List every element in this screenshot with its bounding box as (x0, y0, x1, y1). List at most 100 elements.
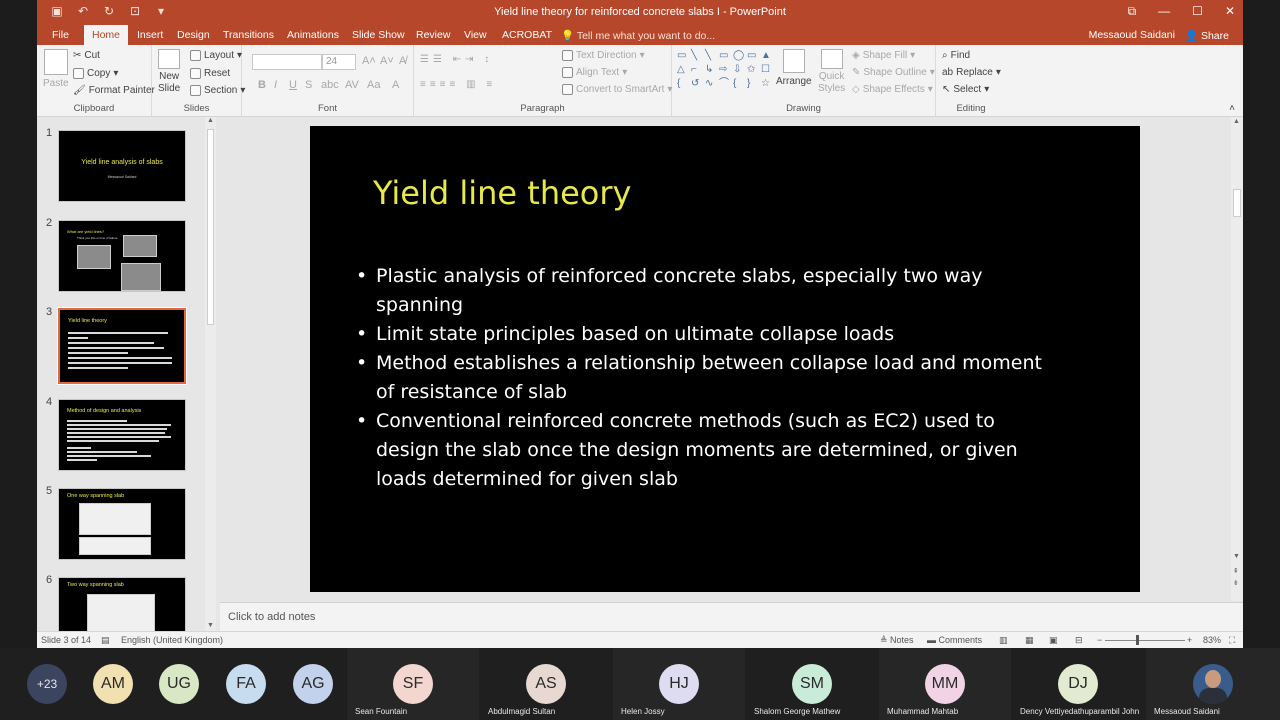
find-button[interactable]: ⌕ Find (942, 50, 970, 61)
spell-check-icon[interactable]: ▤ (101, 635, 110, 646)
participant-tile[interactable]: AG (280, 648, 346, 720)
slide-thumbnail-5[interactable]: One way spanning slab (58, 488, 186, 560)
slide-scrollbar[interactable]: ▲ ▼ ⇞ ⇟ (1231, 117, 1243, 601)
comments-toggle[interactable]: ▬ Comments (927, 635, 982, 645)
more-participants-button[interactable]: +23 (27, 664, 67, 704)
italic-button[interactable]: I (274, 79, 277, 91)
bold-button[interactable]: B (258, 79, 266, 91)
previous-slide-icon[interactable]: ⇞ (1233, 567, 1239, 575)
slide-thumbnail-1[interactable]: Yield line analysis of slabs Messaoud Sa… (58, 130, 186, 202)
slide-show-icon[interactable]: ⊟ (1075, 635, 1083, 646)
normal-view-icon[interactable]: ▥ (999, 635, 1008, 646)
underline-button[interactable]: U (289, 79, 297, 91)
align-text-button[interactable]: Align Text ▾ (562, 67, 627, 78)
notes-toggle[interactable]: ≜ Notes (880, 635, 914, 646)
scroll-up-icon[interactable]: ▲ (207, 117, 214, 124)
scroll-down-icon[interactable]: ▼ (1233, 553, 1240, 560)
ribbon-display-icon[interactable]: ⧉ (1128, 4, 1137, 19)
close-icon[interactable]: ✕ (1225, 4, 1235, 19)
section-button[interactable]: Section ▾ (190, 85, 245, 96)
scroll-up-icon[interactable]: ▲ (1233, 118, 1240, 125)
slide-bullet-list[interactable]: Plastic analysis of reinforced concrete … (356, 262, 1056, 494)
format-painter-button[interactable]: 🖌 Format Painter (73, 85, 155, 96)
paste-button[interactable]: Paste (43, 49, 69, 89)
slide-title[interactable]: Yield line theory (373, 174, 631, 212)
shapes-gallery[interactable]: ▭ ╲ ╲ ▭ ◯ ▭ ▲ △ ⌐ ↳ ⇨ ⇩ ✩ ☐ {↺ ∿ ⌒{} ☆ (677, 50, 771, 90)
clear-format-button[interactable]: A̸ (399, 55, 406, 67)
slide-thumbnail-2[interactable]: What are yield lines? Think you this on … (58, 220, 186, 292)
chevron-down-icon: ▾ (639, 50, 645, 61)
shape-fill-button[interactable]: ◈ Shape Fill ▾ (852, 50, 915, 61)
notes-pane[interactable]: Click to add notes (220, 602, 1243, 631)
scrollbar-thumb[interactable] (1233, 189, 1241, 217)
participant-tile[interactable]: AM (80, 648, 146, 720)
select-button[interactable]: ↖ Select ▾ (942, 84, 989, 95)
participant-tile[interactable]: SM Shalom George Mathew (746, 648, 878, 720)
strikethrough-button[interactable]: abc (321, 79, 339, 91)
slide-thumbnail-3[interactable]: Yield line theory (57, 307, 187, 385)
participant-tile[interactable]: Messaoud Saidani (1146, 648, 1280, 720)
align-buttons[interactable]: ≡≡≡≡ ▥ ≡ (420, 79, 496, 90)
minimize-icon[interactable]: — (1158, 4, 1170, 19)
tab-transitions[interactable]: Transitions (223, 29, 274, 41)
copy-button[interactable]: Copy ▾ (73, 68, 118, 79)
spacing-button[interactable]: AV (345, 79, 359, 91)
next-slide-icon[interactable]: ⇟ (1233, 579, 1239, 587)
share-button[interactable]: 👤 Share (1185, 29, 1229, 42)
current-slide[interactable]: Yield line theory Plastic analysis of re… (310, 126, 1140, 592)
participant-tile[interactable]: UG (146, 648, 212, 720)
reset-button[interactable]: Reset (190, 68, 230, 79)
zoom-level[interactable]: 83% (1203, 635, 1221, 645)
participant-tile[interactable]: SF Sean Fountain (347, 648, 479, 720)
cut-button[interactable]: ✂ Cut (73, 50, 100, 61)
case-button[interactable]: Aa (367, 79, 380, 91)
quick-styles-button[interactable]: Quick Styles (818, 49, 845, 95)
tab-file[interactable]: File (52, 29, 69, 41)
slide-thumbnail-4[interactable]: Method of design and analysis (58, 399, 186, 471)
text-direction-button[interactable]: Text Direction ▾ (562, 50, 645, 61)
tab-design[interactable]: Design (177, 29, 210, 41)
convert-smartart-button[interactable]: Convert to SmartArt ▾ (562, 84, 672, 95)
font-name-box[interactable] (252, 54, 322, 70)
maximize-icon[interactable]: ☐ (1192, 4, 1203, 19)
zoom-slider[interactable] (1105, 640, 1185, 641)
avatar: AM (93, 664, 133, 704)
replace-button[interactable]: ab Replace ▾ (942, 67, 1001, 78)
font-size-box[interactable]: 24 (322, 54, 356, 70)
zoom-slider-knob[interactable] (1136, 635, 1139, 645)
fit-to-window-icon[interactable]: ⛶ (1229, 635, 1235, 646)
reading-view-icon[interactable]: ▣ (1049, 635, 1058, 646)
tab-slide-show[interactable]: Slide Show (352, 29, 405, 41)
tell-me-box[interactable]: 💡 Tell me what you want to do... (561, 29, 715, 42)
tab-review[interactable]: Review (416, 29, 450, 41)
participant-tile[interactable]: AS Abdulmagid Sultan (480, 648, 612, 720)
shape-effects-button[interactable]: ◇ Shape Effects ▾ (852, 84, 933, 95)
list-buttons[interactable]: ☰☰ ⇤⇥ ↕ (420, 54, 493, 65)
scrollbar-thumb[interactable] (207, 129, 214, 325)
user-name[interactable]: Messaoud Saidani (1089, 29, 1175, 42)
participant-tile[interactable]: DJ Dency Vettiyedathuparambil John (1012, 648, 1145, 720)
tab-animations[interactable]: Animations (287, 29, 339, 41)
tab-acrobat[interactable]: ACROBAT (502, 29, 552, 41)
tab-insert[interactable]: Insert (137, 29, 163, 41)
grow-font-button[interactable]: A˄ (362, 55, 376, 67)
font-color-button[interactable]: A (392, 79, 399, 91)
shadow-button[interactable]: S (305, 79, 312, 91)
slide-sorter-icon[interactable]: ▦ (1025, 635, 1034, 646)
shape-outline-button[interactable]: ✎ Shape Outline ▾ (852, 67, 935, 78)
collapse-ribbon-icon[interactable]: ˄ (1229, 103, 1235, 114)
shrink-font-button[interactable]: A˅ (380, 55, 394, 67)
participant-tile[interactable]: MM Muhammad Mahtab (879, 648, 1011, 720)
arrange-button[interactable]: Arrange (776, 49, 812, 87)
layout-button[interactable]: Layout ▾ (190, 50, 242, 61)
zoom-out-icon[interactable]: − (1097, 635, 1102, 645)
participant-tile[interactable]: FA (213, 648, 279, 720)
zoom-in-icon[interactable]: + (1187, 635, 1192, 645)
thumbnails-scrollbar[interactable]: ▲ ▼ (205, 117, 216, 631)
participant-tile[interactable]: HJ Helen Jossy (613, 648, 745, 720)
tab-view[interactable]: View (464, 29, 487, 41)
scroll-down-icon[interactable]: ▼ (207, 622, 214, 629)
tab-home[interactable]: Home (84, 25, 129, 45)
new-slide-button[interactable]: New Slide (158, 49, 180, 95)
language-indicator[interactable]: English (United Kingdom) (121, 635, 223, 645)
